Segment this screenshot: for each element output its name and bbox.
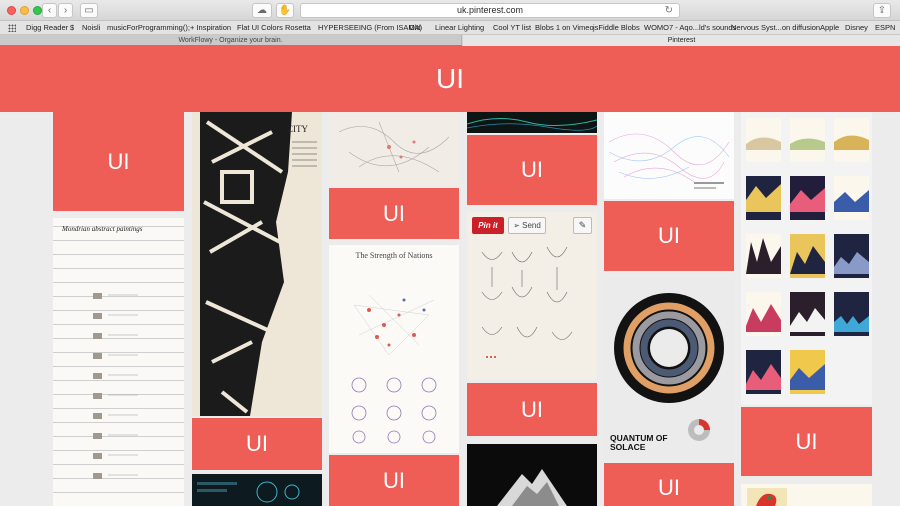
send-icon: ➢: [513, 221, 520, 230]
pin-mondrian-paintings[interactable]: Mondrian abstract paintings: [53, 218, 184, 506]
send-label: Send: [522, 221, 541, 230]
close-window-button[interactable]: [7, 6, 16, 15]
extension-button[interactable]: ✋: [276, 3, 294, 18]
pin-dark-map[interactable]: [467, 112, 597, 133]
pin-city-map[interactable]: CITY: [192, 112, 322, 416]
back-button[interactable]: ‹: [42, 3, 57, 18]
forward-button[interactable]: ›: [58, 3, 73, 18]
bookmark-item[interactable]: Nervous Syst...on diffusion: [731, 23, 820, 33]
pin-image: [741, 484, 872, 506]
cloud-icon: ☁: [257, 5, 267, 16]
ui-placeholder: UI: [604, 201, 734, 271]
pin-image: [192, 474, 322, 506]
ui-placeholder: UI: [329, 188, 459, 239]
send-button[interactable]: ➢ Send: [508, 217, 546, 234]
header-banner: UI: [0, 46, 900, 112]
sidebar-icon: ▭: [84, 5, 94, 16]
edit-icon: ✎: [578, 220, 587, 230]
tab-pinterest[interactable]: Pinterest: [463, 35, 900, 46]
svg-text:CITY: CITY: [287, 124, 308, 134]
bookmark-item[interactable]: $: [70, 23, 74, 33]
thumbnail-rows: [93, 293, 102, 479]
pin-image: [329, 112, 459, 185]
pin-image: CITY: [192, 112, 322, 416]
bookmark-item[interactable]: Blobs 1 on Vimeo: [535, 23, 594, 33]
back-icon: ‹: [47, 5, 52, 16]
bookmark-item[interactable]: WOMO7 - Aqo...ld's sounds: [644, 23, 736, 33]
hand-icon: ✋: [278, 5, 292, 16]
bookmark-item[interactable]: Linear Lighting: [435, 23, 484, 33]
pin-poster-collection[interactable]: [741, 112, 872, 405]
forward-icon: ›: [63, 5, 68, 16]
thumbnail-lines: [108, 294, 138, 476]
bookmark-item[interactable]: Digg Reader: [26, 23, 68, 33]
bookmark-item[interactable]: musicForProgramming();: [107, 23, 190, 33]
url-text: uk.pinterest.com: [456, 5, 524, 15]
pin-plant-sketches[interactable]: Pin it ➢ Send ✎: [467, 212, 597, 380]
sidebar-button[interactable]: ▭: [80, 3, 98, 18]
address-bar[interactable]: uk.pinterest.com ↻: [300, 3, 680, 18]
edit-button[interactable]: ✎: [573, 217, 592, 234]
pin-image: [741, 112, 872, 405]
bookmark-item[interactable]: jsFiddle Blobs: [593, 23, 640, 33]
pin-image: [604, 112, 734, 199]
bookmark-item[interactable]: Apple: [820, 23, 839, 33]
bookmark-item[interactable]: Noisli: [82, 23, 100, 33]
ui-placeholder: UI: [467, 135, 597, 205]
pin-strength-of-nations[interactable]: The Strength of Nations: [329, 245, 459, 453]
ui-placeholder: UI: [604, 463, 734, 506]
bookmark-item[interactable]: Old: [409, 23, 421, 33]
pin-image: [467, 444, 597, 506]
bookmark-item[interactable]: HYPERSEEING (From ISAMA): [318, 23, 422, 33]
pin-sketch-drawing[interactable]: [329, 112, 459, 185]
ui-placeholder: UI: [192, 418, 322, 470]
pin-quantum-of-solace[interactable]: QUANTUM OF SOLACE: [604, 278, 734, 461]
pin-it-button[interactable]: Pin it: [472, 217, 504, 234]
pin-image: [467, 112, 597, 133]
bookmark-item[interactable]: Flat UI Colors: [237, 23, 283, 33]
bookmark-item[interactable]: + Inspiration: [190, 23, 231, 33]
bookmark-item[interactable]: Cool YT list: [493, 23, 531, 33]
pin-image: [467, 212, 597, 380]
bookmark-item[interactable]: Disney: [845, 23, 868, 33]
ui-placeholder: UI: [329, 455, 459, 506]
share-button[interactable]: ⇪: [873, 3, 891, 18]
browser-toolbar: ‹ › ▭ ☁ ✋ uk.pinterest.com ↻ ⇪: [0, 0, 900, 21]
pin-image: [351, 294, 437, 444]
pin-mountain-dark[interactable]: [467, 444, 597, 506]
bookmark-item[interactable]: Rosetta: [285, 23, 311, 33]
grid-icon[interactable]: [8, 24, 16, 32]
reload-icon[interactable]: ↻: [665, 4, 673, 17]
minimize-window-button[interactable]: [20, 6, 29, 15]
bookmarks-bar: Digg Reader $ Noisli musicForProgramming…: [0, 21, 900, 35]
share-icon: ⇪: [877, 5, 887, 16]
zoom-window-button[interactable]: [33, 6, 42, 15]
pin-flow-diagram[interactable]: [604, 112, 734, 199]
pin-title: QUANTUM OF SOLACE: [610, 433, 668, 452]
pin-image: [93, 293, 138, 479]
cloud-tabs-button[interactable]: ☁: [252, 3, 272, 18]
pin-hud-interface[interactable]: [192, 474, 322, 506]
ui-placeholder: UI: [53, 112, 184, 211]
ui-placeholder: UI: [467, 383, 597, 436]
ui-placeholder: UI: [741, 407, 872, 476]
bookmark-item[interactable]: ESPN: [875, 23, 895, 33]
pin-parrot-illustration[interactable]: [741, 484, 872, 506]
